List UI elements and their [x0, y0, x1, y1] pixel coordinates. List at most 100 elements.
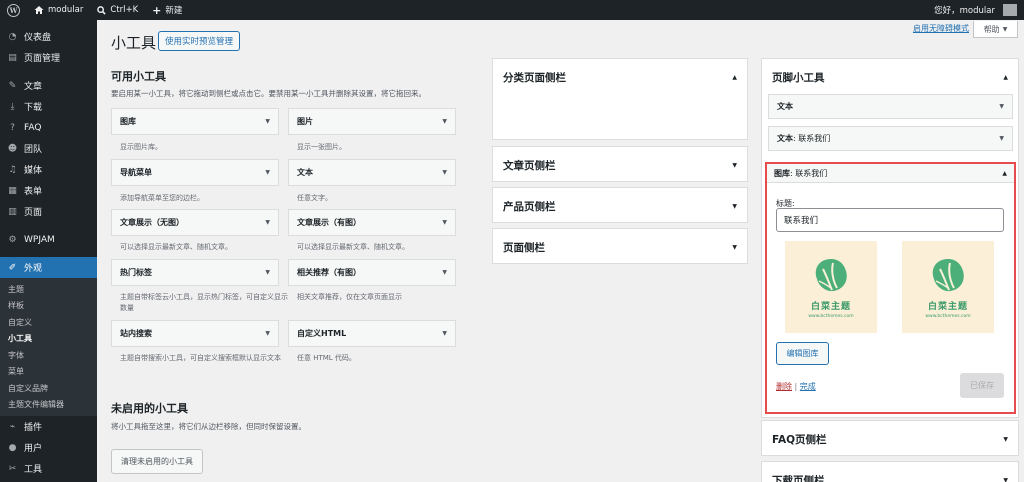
submenu-customize[interactable]: 自定义 — [0, 314, 97, 331]
sidebar-header[interactable]: 下载页侧栏 ▼ — [762, 462, 1018, 482]
sidebar-header[interactable]: 页面侧栏 ▼ — [493, 229, 747, 265]
caret-down-icon[interactable]: ▼ — [265, 169, 270, 176]
edit-gallery-button[interactable]: 编辑图库 — [776, 342, 829, 365]
caret-down-icon[interactable]: ▼ — [999, 135, 1004, 142]
menu-item-appearance[interactable]: ✐ 外观 — [0, 257, 97, 278]
menu-label: 媒体 — [24, 166, 43, 176]
widget-site-search[interactable]: 站内搜索 ▼ — [111, 320, 279, 347]
widget-description: 任意 HTML 代码。 — [297, 354, 356, 362]
widget-posts-no-image[interactable]: 文章展示（无图） ▼ — [111, 209, 279, 236]
caret-down-icon[interactable]: ▼ — [1003, 436, 1008, 443]
widget-text[interactable]: 文本 ▼ — [288, 159, 456, 186]
menu-item-team[interactable]: ☻ 团队 — [0, 138, 97, 159]
title-field[interactable] — [776, 208, 1004, 232]
menu-item-downloads[interactable]: ⤓ 下载 — [0, 96, 97, 117]
site-name-link[interactable]: modular — [27, 0, 90, 20]
widget-posts-with-image[interactable]: 文章展示（有图） ▼ — [288, 209, 456, 236]
menu-item-plugins[interactable]: ⌁ 插件 — [0, 416, 97, 437]
submenu-themes[interactable]: 主题 — [0, 281, 97, 298]
menu-label: 外观 — [24, 264, 43, 274]
widget-nav-menu[interactable]: 导航菜单 ▼ — [111, 159, 279, 186]
caret-down-icon[interactable]: ▼ — [442, 269, 447, 276]
caret-up-icon[interactable]: ▲ — [1003, 74, 1008, 81]
sidebar-header[interactable]: 文章页侧栏 ▼ — [493, 147, 747, 183]
live-preview-button[interactable]: 使用实时预览管理 — [158, 31, 241, 51]
new-content-menu[interactable]: + 新建 — [145, 0, 189, 20]
my-account-menu[interactable]: 您好，modular — [927, 0, 1024, 20]
widget-title: 图库 — [774, 168, 790, 178]
gallery-widget-header[interactable]: 图库 : 联系我们 ▲ — [767, 164, 1014, 183]
menu-item-forms[interactable]: ▦ 表单 — [0, 180, 97, 201]
caret-down-icon[interactable]: ▼ — [265, 330, 270, 337]
caret-down-icon[interactable]: ▼ — [1003, 477, 1008, 482]
submenu-menus[interactable]: 菜单 — [0, 364, 97, 381]
question-icon: ? — [10, 122, 15, 133]
menu-item-media[interactable]: ♫ 媒体 — [0, 159, 97, 180]
menu-label: 仪表盘 — [24, 33, 52, 43]
widget-description: 添加导航菜单至您的边栏。 — [120, 194, 204, 202]
menu-item-posts[interactable]: ✎ 文章 — [0, 75, 97, 96]
caret-down-icon[interactable]: ▼ — [442, 219, 447, 226]
done-link[interactable]: 完成 — [800, 382, 816, 391]
image-brand-text: 白菜主题 — [810, 302, 851, 312]
greeting: 您好，modular — [934, 6, 995, 16]
caret-down-icon[interactable]: ▼ — [442, 330, 447, 337]
menu-item-wpjam[interactable]: ⚙ WPJAM — [0, 229, 97, 250]
caret-down-icon[interactable]: ▼ — [732, 203, 737, 210]
search-icon — [97, 5, 107, 15]
caret-down-icon[interactable]: ▼ — [265, 269, 270, 276]
menu-label: 表单 — [24, 187, 43, 197]
sidebar-header[interactable]: 分类页面侧栏 ▲ — [493, 59, 747, 95]
widget-hot-tags[interactable]: 热门标签 ▼ — [111, 259, 279, 286]
menu-item-users[interactable]: ● 用户 — [0, 437, 97, 458]
widget-title: 热门标签 — [120, 268, 152, 277]
menu-item-pages[interactable]: ▥ 页面 — [0, 201, 97, 222]
pin-icon: ✎ — [8, 80, 17, 91]
clear-inactive-widgets-button[interactable]: 清理未启用的小工具 — [111, 449, 203, 474]
wordpress-logo-menu[interactable]: W — [0, 0, 27, 20]
gallery-image[interactable]: 白菜主题 www.bcthemes.com — [902, 241, 994, 333]
widget-image[interactable]: 图片 ▼ — [288, 108, 456, 135]
caret-down-icon[interactable]: ▼ — [732, 244, 737, 251]
widget-title: 文章展示（无图） — [120, 218, 184, 227]
caret-down-icon[interactable]: ▼ — [732, 162, 737, 169]
widget-description: 主题自带搜索小工具，可自定义搜索框默认显示文本 — [120, 354, 281, 362]
gallery-image[interactable]: 白菜主题 www.bcthemes.com — [785, 241, 877, 333]
menu-item-tools[interactable]: ✂ 工具 — [0, 458, 97, 479]
sidebar-header[interactable]: 页脚小工具 ▲ — [762, 59, 1018, 95]
help-tab-button[interactable]: 帮助 ▼ — [973, 21, 1018, 38]
widget-title: 文本 — [777, 102, 793, 111]
saved-button[interactable]: 已保存 — [960, 373, 1004, 398]
widget-related-posts[interactable]: 相关推荐（有图） ▼ — [288, 259, 456, 286]
submenu-patterns[interactable]: 样板 — [0, 298, 97, 315]
caret-down-icon[interactable]: ▼ — [265, 219, 270, 226]
caret-down-icon[interactable]: ▼ — [442, 169, 447, 176]
submenu-theme-editor[interactable]: 主题文件编辑器 — [0, 397, 97, 414]
command-palette-link[interactable]: Ctrl+K — [90, 0, 145, 20]
caret-down-icon[interactable]: ▼ — [265, 118, 270, 125]
footer-widget-text[interactable]: 文本 ▼ — [768, 94, 1013, 119]
menu-item-dashboard[interactable]: ◔ 仪表盘 — [0, 26, 97, 47]
widget-title: 导航菜单 — [120, 168, 152, 177]
caret-down-icon[interactable]: ▼ — [442, 118, 447, 125]
submenu-widgets[interactable]: 小工具 — [0, 331, 97, 348]
footer-widget-text-contact[interactable]: 文本: 联系我们 ▼ — [768, 126, 1013, 151]
admin-bar: W modular Ctrl+K + 新建 您好，modular — [0, 0, 1024, 20]
submenu-custom-brand[interactable]: 自定义品牌 — [0, 380, 97, 397]
menu-label: 工具 — [24, 465, 43, 475]
sidebar-header[interactable]: FAQ页侧栏 ▼ — [762, 421, 1018, 457]
delete-link[interactable]: 删除 — [776, 382, 792, 391]
caret-up-icon[interactable]: ▲ — [732, 74, 737, 81]
caret-down-icon[interactable]: ▼ — [999, 103, 1004, 110]
submenu-fonts[interactable]: 字体 — [0, 347, 97, 364]
menu-item-faq[interactable]: ? FAQ — [0, 117, 97, 138]
caret-up-icon[interactable]: ▲ — [1002, 170, 1007, 177]
widget-title: 相关推荐（有图） — [297, 268, 361, 277]
menu-item-page-manage[interactable]: ▤ 页面管理 — [0, 47, 97, 68]
widget-gallery[interactable]: 图库 ▼ — [111, 108, 279, 135]
plus-icon: + — [152, 3, 162, 17]
accessibility-mode-link[interactable]: 启用无障碍模式 — [913, 23, 969, 34]
menu-label: 页面 — [24, 208, 43, 218]
sidebar-header[interactable]: 产品页侧栏 ▼ — [493, 188, 747, 224]
widget-custom-html[interactable]: 自定义HTML ▼ — [288, 320, 456, 347]
